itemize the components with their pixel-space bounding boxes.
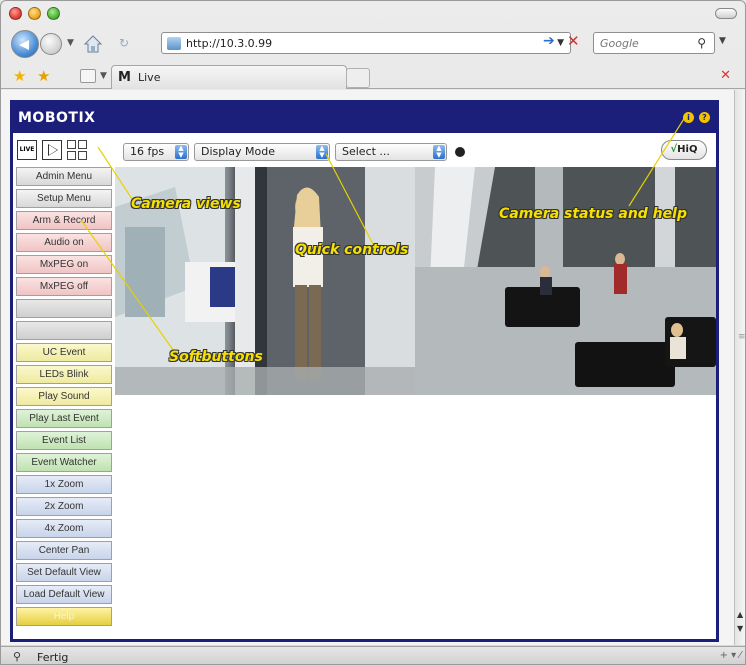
vertical-scrollbar[interactable]: ≡ ▲ ▼ [734, 90, 745, 645]
softbuttons-callout: Softbuttons [169, 349, 263, 365]
camera-views-callout: Camera views [131, 196, 241, 212]
softbutton-play-sound[interactable]: Play Sound [16, 387, 112, 406]
fps-select[interactable]: 16 fps ▲ ▼ [123, 143, 189, 161]
scroll-up-icon[interactable]: ▲ [737, 610, 743, 619]
softbutton-event-list[interactable]: Event List [16, 431, 112, 450]
zoom-window-button[interactable] [47, 7, 60, 20]
home-icon[interactable] [83, 34, 103, 54]
reload-icon[interactable]: ↻ [119, 36, 133, 50]
tab-live[interactable]: M Live [111, 65, 347, 89]
softbutton-play-last-event[interactable]: Play Last Event [16, 409, 112, 428]
display-mode-value: Display Mode [201, 145, 276, 158]
status-text: Fertig [37, 651, 69, 664]
apply-dot-icon[interactable] [455, 147, 465, 157]
scroll-grip-icon[interactable]: ≡ [738, 332, 745, 342]
softbutton-mxpeg-on[interactable]: MxPEG on [16, 255, 112, 274]
fps-select-value: 16 fps [130, 145, 165, 158]
softbutton-4x-zoom[interactable]: 4x Zoom [16, 519, 112, 538]
browser-window: ▼ ↻ http://10.3.0.99 ▼ ➔ ✕ Google ⚲ ▼ ★ … [0, 0, 746, 665]
mobotix-tab-icon: M [118, 70, 131, 85]
search-placeholder: Google [600, 37, 639, 50]
softbutton-leds-blink[interactable]: LEDs Blink [16, 365, 112, 384]
minimize-window-button[interactable] [28, 7, 41, 20]
search-icon[interactable]: ⚲ [697, 36, 706, 50]
site-favicon-icon [167, 37, 181, 50]
status-help-callout: Camera status and help [499, 206, 687, 222]
title-bar [1, 1, 745, 27]
search-box[interactable]: Google ⚲ [593, 32, 715, 54]
softbutton-setup-menu[interactable]: Setup Menu [16, 189, 112, 208]
softbutton-load-default-view[interactable]: Load Default View [16, 585, 112, 604]
softbutton-help[interactable]: Help [16, 607, 112, 626]
address-bar[interactable]: http://10.3.0.99 ▼ [161, 32, 571, 54]
tab-bar: ★ ★ ▼ M Live ✕ [1, 63, 745, 89]
softbutton-mxpeg-off[interactable]: MxPEG off [16, 277, 112, 296]
history-dropdown-icon[interactable]: ▼ [67, 38, 74, 48]
navigation-toolbar: ▼ ↻ http://10.3.0.99 ▼ ➔ ✕ Google ⚲ ▼ [1, 27, 745, 61]
scroll-down-icon[interactable]: ▼ [737, 624, 743, 633]
address-text[interactable]: http://10.3.0.99 [186, 37, 272, 50]
live-view-button[interactable]: LIVE [17, 140, 37, 160]
chevron-updown-icon: ▲ ▼ [433, 145, 445, 159]
close-window-button[interactable] [9, 7, 22, 20]
softbutton-arm-record[interactable]: Arm & Record [16, 211, 112, 230]
softbutton-blank-7[interactable] [16, 321, 112, 340]
tab-overview-icon[interactable] [80, 69, 96, 83]
find-icon[interactable]: ⚲ [13, 650, 21, 663]
go-arrow-icon[interactable]: ➔ [543, 33, 555, 49]
softbutton-uc-event[interactable]: UC Event [16, 343, 112, 362]
quick-control-value: Select ... [342, 145, 390, 158]
camera-scene-atrium [415, 167, 716, 395]
resize-icon[interactable]: + ▾ ⁄ [720, 650, 741, 661]
display-mode-select[interactable]: Display Mode ▲ ▼ [194, 143, 330, 161]
new-tab-button[interactable] [346, 68, 370, 88]
multiview-button[interactable] [67, 140, 89, 160]
camera-image-right[interactable] [415, 167, 716, 395]
help-icon[interactable]: ? [699, 112, 710, 123]
search-engine-dropdown-icon[interactable]: ▼ [719, 36, 726, 46]
page-viewport: MOBOTIX i ? LIVE 16 fps ▲▼ Display Mode [1, 90, 734, 645]
stop-icon[interactable]: ✕ [567, 32, 580, 50]
softbutton-admin-menu[interactable]: Admin Menu [16, 167, 112, 186]
brand-logo: MOBOTIX [18, 110, 96, 126]
softbutton-event-watcher[interactable]: Event Watcher [16, 453, 112, 472]
softbutton-center-pan[interactable]: Center Pan [16, 541, 112, 560]
softbutton-2x-zoom[interactable]: 2x Zoom [16, 497, 112, 516]
softbutton-blank-6[interactable] [16, 299, 112, 318]
softbutton-audio-on[interactable]: Audio on [16, 233, 112, 252]
chevron-updown-icon: ▲ ▼ [175, 145, 187, 159]
softbutton-1x-zoom[interactable]: 1x Zoom [16, 475, 112, 494]
add-bookmark-icon[interactable]: ★ [37, 67, 50, 85]
softbuttons-column: Admin Menu Setup Menu Arm & Record Audio on… [16, 167, 112, 629]
tab-title: Live [138, 71, 161, 84]
quick-control-select[interactable]: Select ... ▲ ▼ [335, 143, 447, 161]
quick-controls-callout: Quick controls [295, 242, 409, 258]
chevron-updown-icon: ▲ ▼ [316, 145, 328, 159]
player-view-button[interactable] [42, 140, 62, 160]
bookmark-star-icon[interactable]: ★ [13, 67, 26, 85]
close-tab-icon[interactable]: ✕ [720, 68, 731, 83]
hiq-button[interactable]: √HiQ [661, 140, 707, 160]
mobotix-live-frame: MOBOTIX i ? LIVE 16 fps ▲▼ Display Mode [10, 100, 719, 642]
toolbar-toggle-button[interactable] [715, 8, 737, 19]
back-button[interactable] [11, 30, 39, 58]
tab-list-dropdown-icon[interactable]: ▼ [100, 71, 107, 81]
status-bar: ⚲ Fertig + ▾ ⁄ [1, 646, 745, 664]
app-header: MOBOTIX i ? [13, 103, 716, 133]
address-dropdown-icon[interactable]: ▼ [557, 38, 564, 48]
softbutton-set-default-view[interactable]: Set Default View [16, 563, 112, 582]
forward-button[interactable] [40, 33, 62, 55]
camera-status-icon[interactable]: i [683, 112, 694, 123]
